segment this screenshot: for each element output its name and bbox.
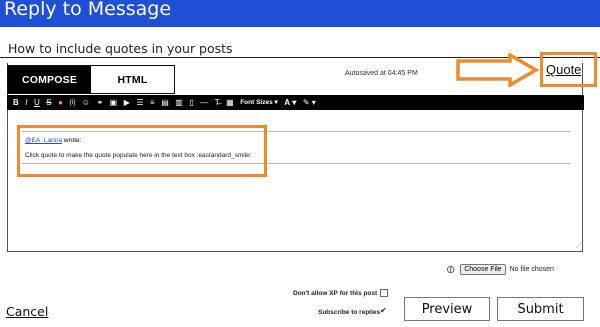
font-sizes-dropdown[interactable]: Font Sizes ▾ [240, 98, 278, 108]
bullet-list-icon[interactable]: ≡ [150, 98, 155, 108]
underline-button[interactable]: U [34, 98, 40, 108]
preview-button[interactable]: Preview [404, 297, 490, 321]
italic-button[interactable]: I [25, 98, 27, 108]
resize-handle-icon[interactable]: ⟋ [576, 243, 581, 251]
table-icon[interactable]: ▦ [226, 98, 234, 108]
strikethrough-button[interactable]: S [46, 98, 51, 108]
choose-file-button[interactable]: Choose File [460, 264, 506, 275]
font-sizes-label: Font Sizes [240, 98, 273, 106]
highlight-icon: ✎ [302, 97, 310, 107]
font-color-dropdown[interactable]: A ▾ [284, 98, 296, 108]
arrow-right-icon [456, 53, 540, 87]
page-header: Reply to Message [0, 0, 600, 27]
align-left-icon[interactable]: ▤ [161, 98, 169, 108]
image-icon[interactable]: ▣ [110, 98, 118, 108]
editor-toolbar: B I U S ● {i} ☺ ⚭ ▣ ▶ ☰ ≡ ▤ ▥ ▯ — T̶ ▦ F… [7, 95, 584, 110]
font-color-label: A [284, 97, 291, 107]
spoiler-icon[interactable]: ▥ [175, 98, 183, 108]
autosave-status: Autosaved at 04:45 PM [345, 70, 418, 77]
clear-format-icon[interactable]: T̶ [215, 98, 220, 108]
link-icon[interactable]: ⚭ [96, 98, 103, 108]
paperclip-icon: ⊘ [443, 262, 459, 278]
bookmark-icon[interactable]: ▯ [189, 98, 193, 108]
editor-mode-tabs: COMPOSE HTML [7, 65, 175, 94]
subscribe-checkbox[interactable]: ✔ [380, 307, 388, 315]
numbered-list-icon[interactable]: ☰ [136, 98, 143, 108]
xp-checkbox[interactable] [380, 289, 388, 297]
cancel-link[interactable]: Cancel [6, 304, 48, 319]
page-title: Reply to Message [4, 0, 172, 20]
highlight-color-dropdown[interactable]: ✎ ▾ [303, 98, 316, 108]
tab-compose[interactable]: COMPOSE [8, 66, 91, 93]
emoji-icon[interactable]: ● [58, 98, 63, 108]
content-highlight-box [17, 125, 267, 177]
tab-html[interactable]: HTML [91, 66, 174, 93]
xp-option-label: Don't allow XP for this post [293, 290, 378, 297]
attachment-row: ⊘ Choose File No file chosen [443, 262, 554, 278]
quote-highlight-box [540, 52, 597, 87]
horizontal-rule-icon[interactable]: — [200, 98, 208, 108]
insert-code-icon[interactable]: {i} [69, 98, 75, 108]
smiley-icon[interactable]: ☺ [82, 98, 90, 108]
submit-button[interactable]: Submit [497, 297, 584, 321]
subject-title: How to include quotes in your posts [8, 41, 233, 56]
bold-button[interactable]: B [13, 98, 19, 108]
subscribe-option-label: Subscribe to replies [318, 309, 381, 316]
file-status: No file chosen [509, 266, 554, 273]
video-icon[interactable]: ▶ [124, 98, 130, 108]
